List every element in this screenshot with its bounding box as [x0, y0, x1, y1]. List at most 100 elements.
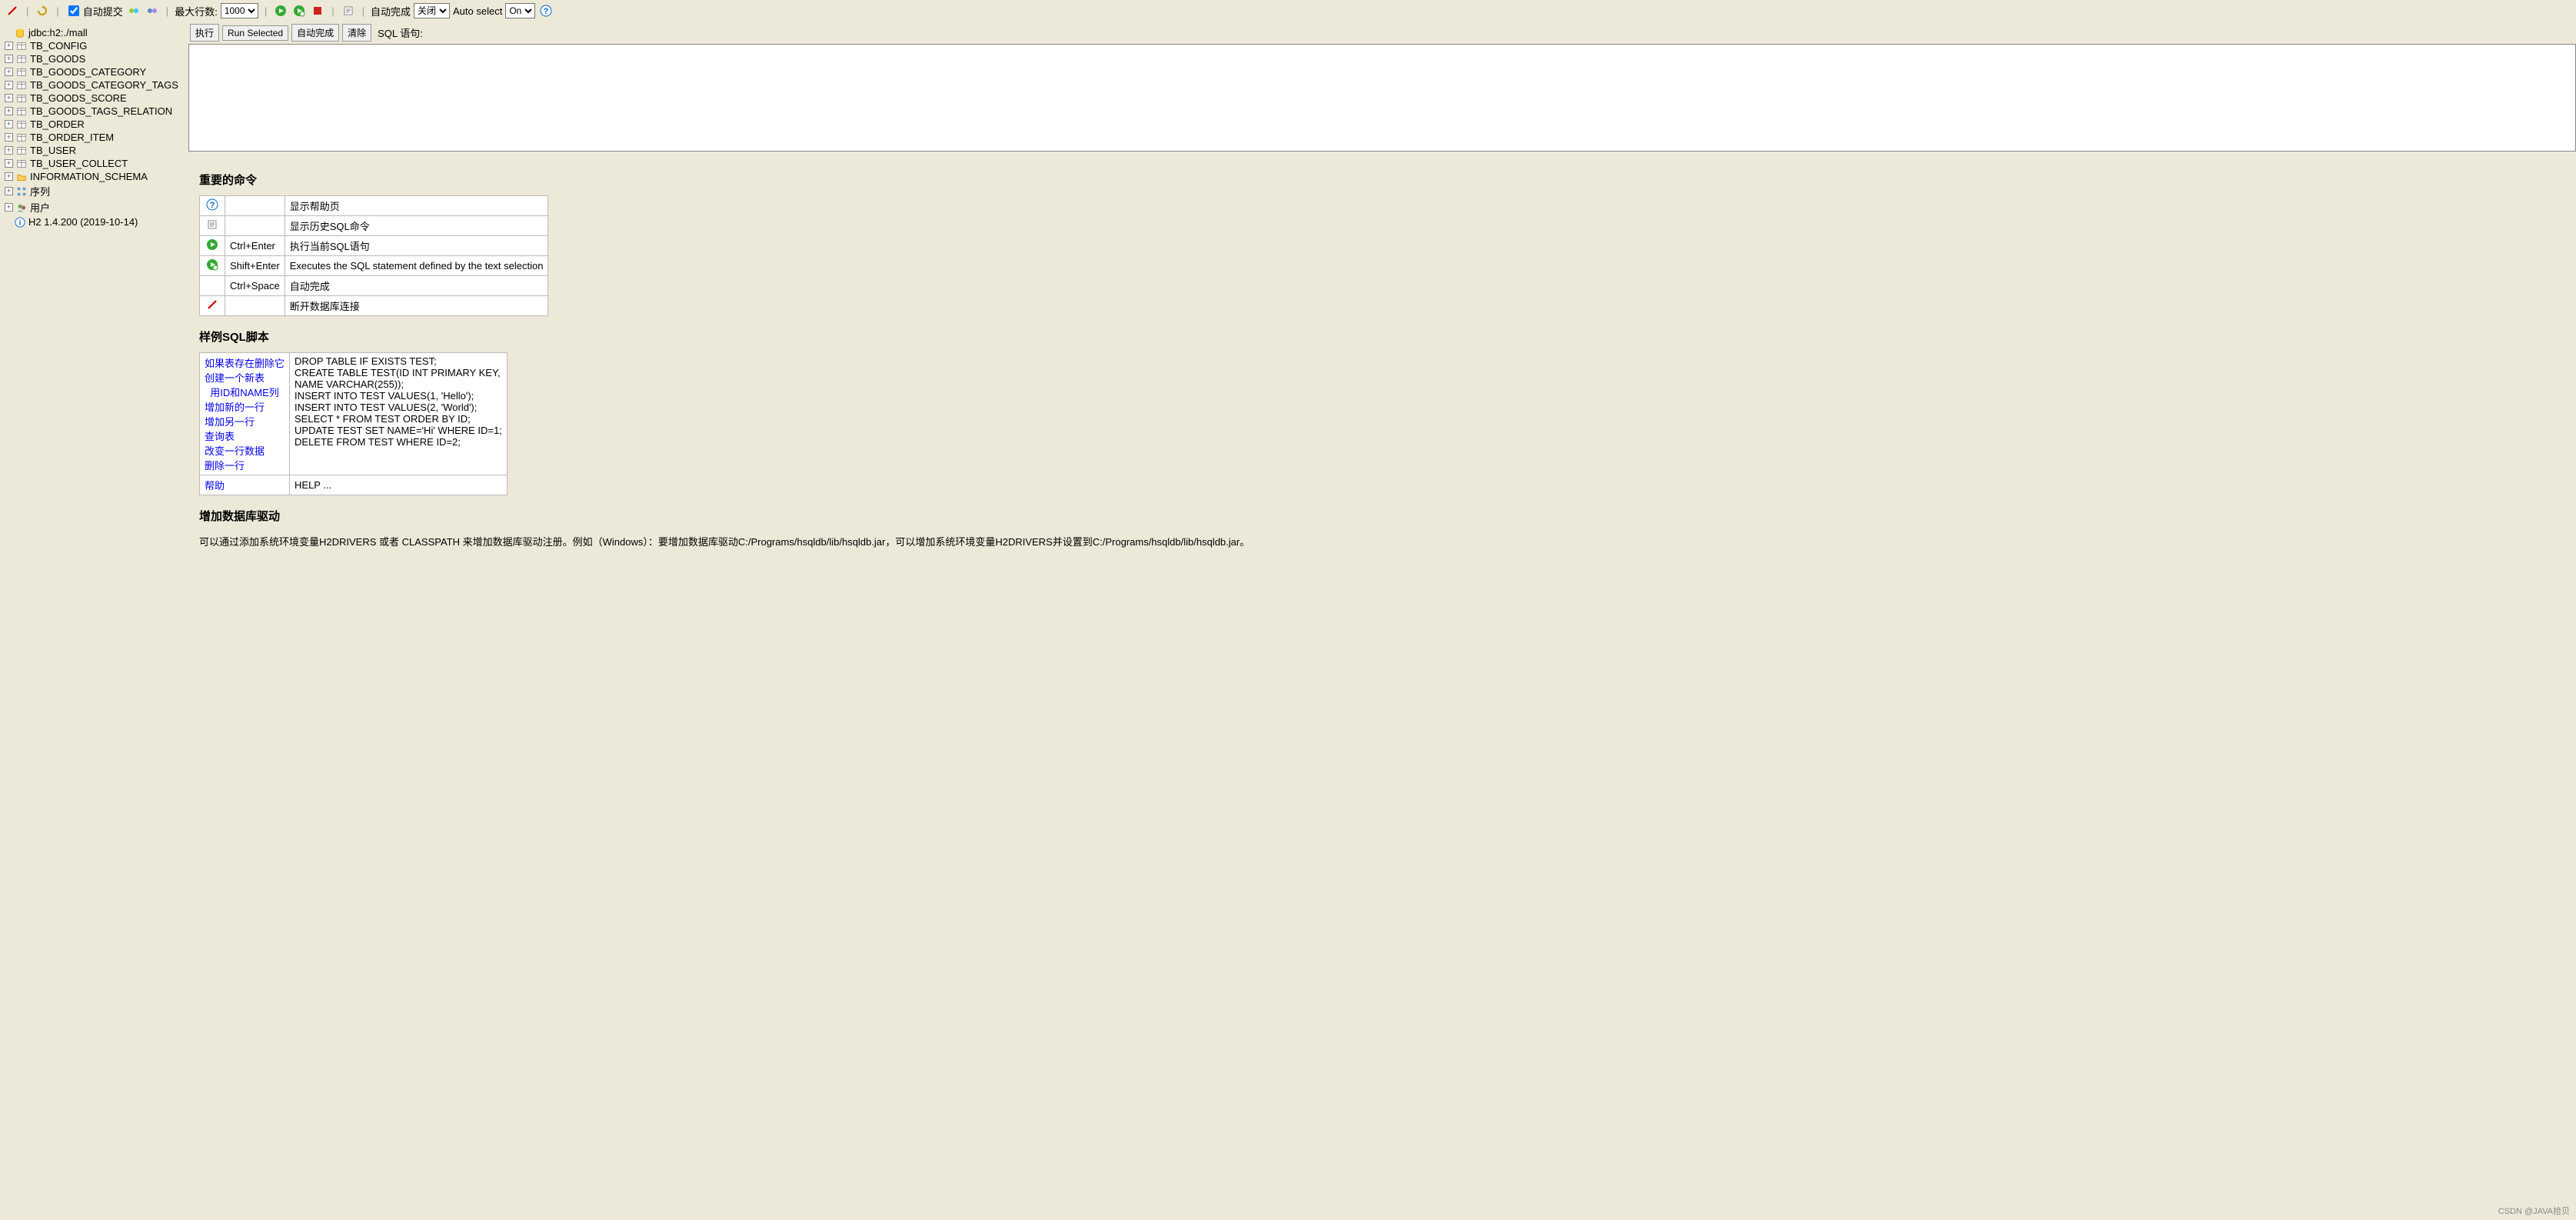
auto-select-select[interactable]: On [505, 3, 535, 18]
sql-input[interactable] [188, 44, 2576, 152]
sql-statement-label: SQL 语句: [378, 25, 423, 40]
max-rows-select[interactable]: 1000 [221, 3, 258, 18]
table-node[interactable]: TB_GOODS_CATEGORY [30, 66, 146, 78]
table-node-icon [16, 158, 27, 169]
expander-icon[interactable]: + [5, 133, 13, 142]
result-panel: 重要的命令 显示帮助页显示历史SQL命令Ctrl+Enter执行当前SQL语句S… [188, 152, 2576, 1220]
sample-link[interactable]: 增加另一行 [205, 416, 255, 428]
expander-icon[interactable]: + [5, 159, 13, 168]
sample-link[interactable]: 用ID和NAME列 [205, 387, 279, 398]
autocomplete-button[interactable]: 自动完成 [291, 24, 339, 42]
table-node[interactable]: TB_CONFIG [30, 40, 87, 52]
run-selected-button[interactable]: Run Selected [222, 25, 288, 41]
auto-select-label: Auto select [453, 5, 502, 17]
refresh-icon[interactable] [35, 3, 50, 18]
shortcut-key [225, 216, 285, 236]
expander-icon[interactable]: + [5, 68, 13, 76]
sample-sql: UPDATE TEST SET NAME='Hi' WHERE ID=1; [295, 425, 502, 436]
table-node-icon [16, 93, 27, 104]
table-node[interactable]: TB_GOODS [30, 53, 85, 65]
table-node-icon [16, 132, 27, 143]
expander-icon[interactable]: + [5, 187, 13, 195]
history-icon[interactable] [200, 216, 225, 236]
sample-sql: NAME VARCHAR(255)); [295, 378, 404, 390]
sample-link[interactable]: 删除一行 [205, 460, 245, 472]
schema-node[interactable]: INFORMATION_SCHEMA [30, 171, 148, 182]
expander-icon[interactable]: + [5, 172, 13, 181]
separator: | [359, 5, 368, 17]
expander-icon[interactable]: + [5, 42, 13, 50]
driver-text: 可以通过添加系统环境变量H2DRIVERS 或者 CLASSPATH 来增加数据… [199, 534, 2565, 548]
sample-sql: CREATE TABLE TEST(ID INT PRIMARY KEY, [295, 367, 501, 378]
expander-icon[interactable]: + [5, 107, 13, 115]
rollback-icon[interactable] [145, 3, 160, 18]
max-rows-label: 最大行数: [175, 4, 218, 18]
toolbar: | | 自动提交 | 最大行数: 1000 | | | 自动完成 关闭 Auto… [0, 0, 2576, 22]
watermark: CSDN @JAVA拾贝 [2498, 1205, 2570, 1217]
table-node-icon [16, 67, 27, 78]
sample-sql: SELECT * FROM TEST ORDER BY ID; [295, 413, 471, 425]
clear-button[interactable]: 清除 [342, 24, 371, 42]
expander-icon[interactable]: + [5, 94, 13, 102]
main-panel: 执行 Run Selected 自动完成 清除 SQL 语句: 重要的命令 显示… [188, 22, 2576, 1220]
auto-commit-checkbox[interactable] [68, 5, 79, 16]
expander-icon[interactable]: + [5, 120, 13, 128]
run-button[interactable]: 执行 [190, 24, 219, 42]
sample-sql: INSERT INTO TEST VALUES(1, 'Hello'); [295, 390, 474, 402]
table-node-icon [16, 80, 27, 91]
expander-icon[interactable]: + [5, 146, 13, 155]
users-node[interactable]: 用户 [30, 200, 50, 215]
separator: | [261, 5, 270, 17]
sample-help-link[interactable]: 帮助 [205, 480, 225, 492]
connection-node[interactable]: jdbc:h2:./mall [28, 27, 88, 38]
table-node[interactable]: TB_ORDER [30, 118, 85, 130]
disconnect-icon[interactable] [200, 296, 225, 316]
commands-heading: 重要的命令 [199, 172, 2565, 188]
sample-link[interactable]: 如果表存在删除它 [205, 358, 285, 369]
command-desc: Executes the SQL statement defined by th… [285, 256, 548, 276]
table-node[interactable]: TB_USER_COLLECT [30, 158, 128, 169]
table-node[interactable]: TB_GOODS_SCORE [30, 92, 127, 104]
table-node[interactable]: TB_ORDER_ITEM [30, 132, 114, 143]
help-icon[interactable] [200, 196, 225, 216]
sql-action-bar: 执行 Run Selected 自动完成 清除 SQL 语句: [188, 22, 2576, 44]
runsel-icon[interactable] [200, 256, 225, 276]
expander-icon[interactable]: + [5, 203, 13, 212]
commands-table: 显示帮助页显示历史SQL命令Ctrl+Enter执行当前SQL语句Shift+E… [199, 195, 548, 316]
samples-heading: 样例SQL脚本 [199, 328, 2565, 345]
driver-heading: 增加数据库驱动 [199, 508, 2565, 524]
table-node[interactable]: TB_GOODS_TAGS_RELATION [30, 105, 172, 117]
sidebar: jdbc:h2:./mall + TB_CONFIG + TB_GOODS + TB_GOO… [0, 22, 188, 1220]
table-node-icon [16, 41, 27, 52]
history-icon[interactable] [341, 3, 356, 18]
sample-link[interactable]: 查询表 [205, 431, 235, 442]
sample-sql: DELETE FROM TEST WHERE ID=2; [295, 436, 461, 448]
auto-complete-select[interactable]: 关闭 [414, 3, 450, 18]
table-node[interactable]: TB_GOODS_CATEGORY_TAGS [30, 79, 178, 91]
expander-icon[interactable]: + [5, 55, 13, 63]
sample-help-sql: HELP ... [290, 475, 508, 495]
table-node-icon [16, 145, 27, 156]
shortcut-key [225, 196, 285, 216]
help-icon[interactable] [538, 3, 554, 18]
disconnect-icon[interactable] [5, 3, 20, 18]
schema-node-icon [16, 172, 27, 182]
connection-node-icon [15, 28, 25, 38]
commit-off-icon[interactable] [126, 3, 141, 18]
run-icon[interactable] [273, 3, 288, 18]
run-icon[interactable] [200, 236, 225, 256]
auto-commit-toggle[interactable]: 自动提交 [65, 3, 123, 18]
sample-link[interactable]: 创建一个新表 [205, 372, 265, 384]
table-node[interactable]: TB_USER [30, 145, 76, 156]
run-selected-icon[interactable] [291, 3, 307, 18]
shortcut-key: Ctrl+Space [225, 276, 285, 296]
expander-icon[interactable]: + [5, 81, 13, 89]
users-node-icon [16, 202, 27, 213]
stop-icon[interactable] [310, 3, 325, 18]
sample-sql: INSERT INTO TEST VALUES(2, 'World'); [295, 402, 477, 413]
version-node[interactable]: H2 1.4.200 (2019-10-14) [28, 216, 138, 228]
sequences-node[interactable]: 序列 [30, 184, 50, 198]
version-node-icon [15, 217, 25, 228]
sample-link[interactable]: 增加新的一行 [205, 402, 265, 413]
sample-link[interactable]: 改变一行数据 [205, 445, 265, 457]
